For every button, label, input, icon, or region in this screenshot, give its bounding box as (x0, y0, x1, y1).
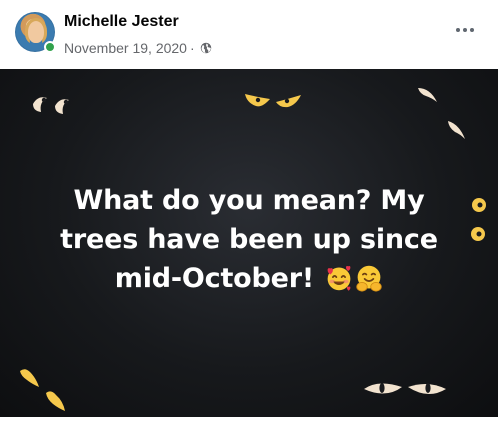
post-image[interactable]: What do you mean? My trees have been up … (0, 69, 498, 417)
eyes-right (471, 198, 486, 241)
more-options-icon (456, 28, 460, 32)
post-date[interactable]: November 19, 2020 (64, 40, 187, 56)
eyes-bottom-left (20, 369, 65, 411)
avatar-face (28, 21, 44, 43)
eyes-top-center (245, 94, 301, 108)
online-status-dot (44, 41, 56, 53)
author-name[interactable]: Michelle Jester (64, 13, 179, 31)
eyes-bottom-right (364, 383, 446, 395)
hugging-face-emoji (356, 265, 382, 292)
smiling-face-with-hearts-emoji (327, 265, 351, 291)
post-header: Michelle Jester November 19, 2020 · (0, 0, 498, 68)
globe-icon[interactable] (200, 42, 212, 54)
eyes-top-left (33, 97, 69, 114)
meta-separator: · (189, 40, 195, 56)
more-options-button[interactable] (450, 16, 480, 44)
post-image-text: What do you mean? My trees have been up … (30, 181, 468, 298)
post-meta: November 19, 2020 · (64, 40, 212, 56)
facebook-post: Michelle Jester November 19, 2020 · What… (0, 0, 498, 423)
eyes-top-right (418, 88, 465, 139)
